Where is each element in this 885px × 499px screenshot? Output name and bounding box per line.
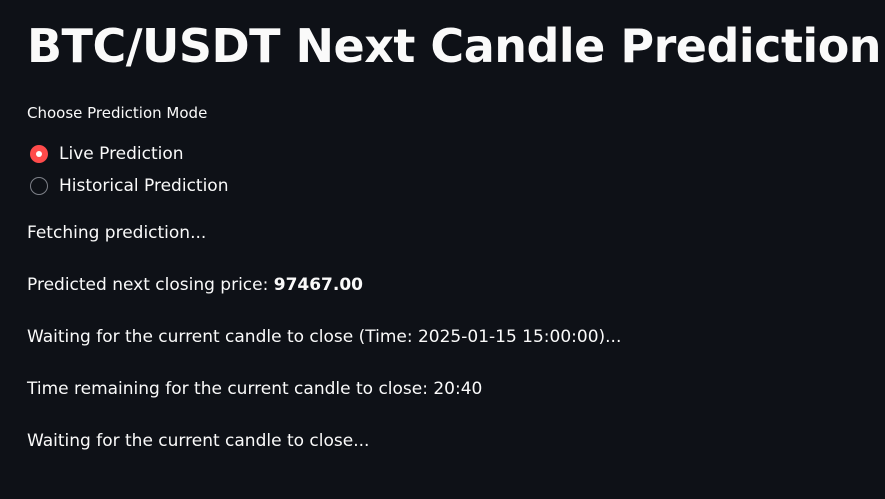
prediction-mode-label: Choose Prediction Mode xyxy=(27,104,208,122)
main-container: BTC/USDT Next Candle Prediction Choose P… xyxy=(0,0,885,499)
radio-option-label[interactable]: Live Prediction xyxy=(59,143,184,165)
radio-option-label[interactable]: Historical Prediction xyxy=(59,175,229,197)
fetching-message: Fetching prediction... xyxy=(27,223,207,243)
predicted-price-value: 97467.00 xyxy=(273,275,363,295)
predicted-price-prefix: Predicted next closing price: xyxy=(27,275,274,295)
time-remaining-message: Time remaining for the current candle to… xyxy=(27,379,483,399)
radio-option-historical[interactable]: Historical Prediction xyxy=(30,170,229,202)
predicted-price-message: Predicted next closing price: 97467.00 xyxy=(27,273,363,297)
waiting-message: Waiting for the current candle to close.… xyxy=(27,431,370,451)
page-title: BTC/USDT Next Candle Prediction xyxy=(27,19,882,73)
radio-unchecked-icon[interactable] xyxy=(30,177,48,195)
radio-option-live[interactable]: Live Prediction xyxy=(30,138,229,170)
prediction-mode-radio-group: Live Prediction Historical Prediction xyxy=(30,138,229,202)
radio-checked-icon[interactable] xyxy=(30,145,48,163)
waiting-time-message: Waiting for the current candle to close … xyxy=(27,327,622,347)
